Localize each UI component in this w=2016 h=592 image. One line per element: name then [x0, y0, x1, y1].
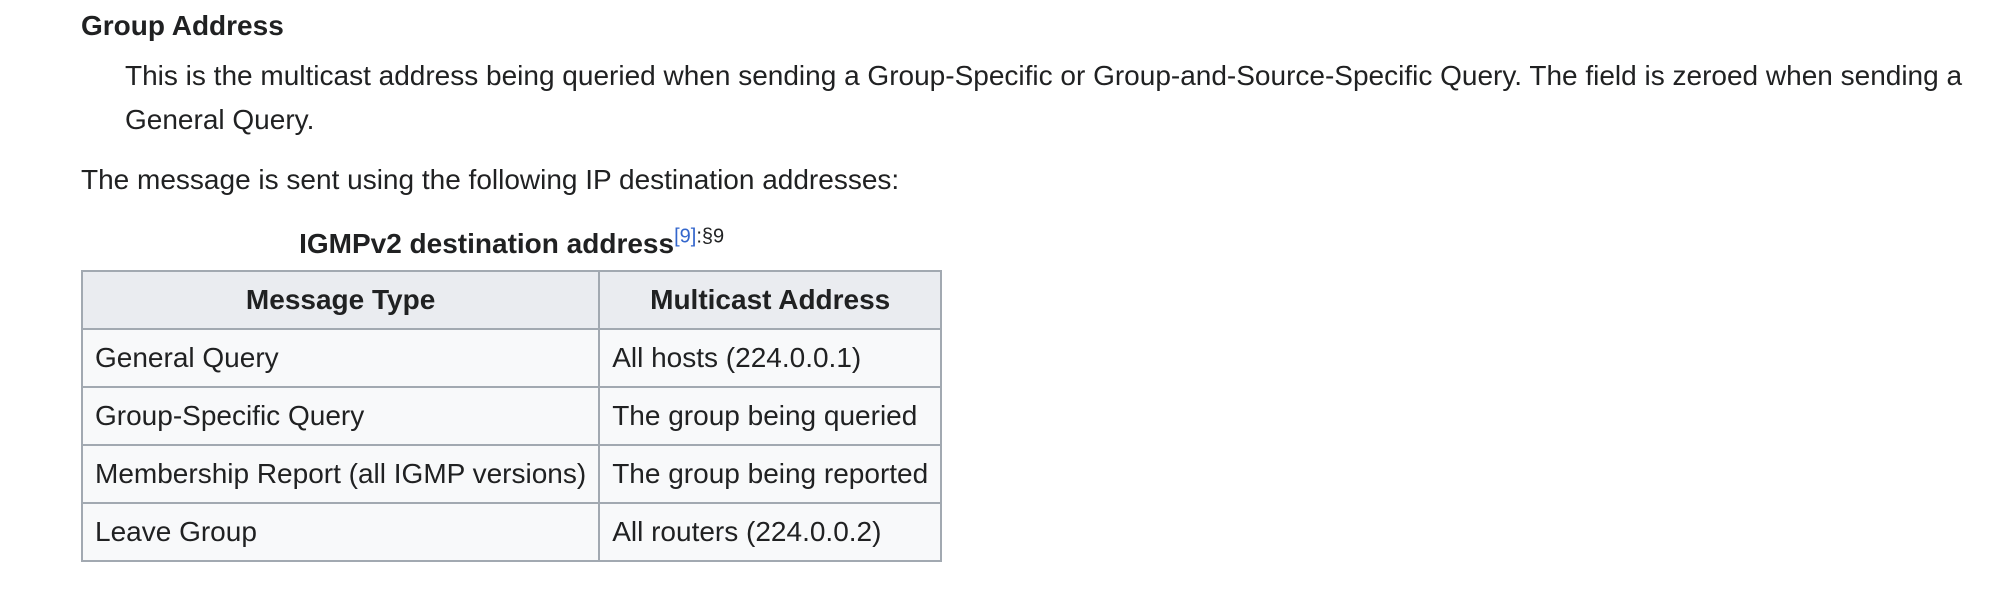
table-row: Leave Group All routers (224.0.0.2) [80, 502, 943, 562]
intro-paragraph: The message is sent using the following … [81, 164, 900, 195]
table-row: General Query All hosts (224.0.0.1) [80, 328, 943, 388]
definition-description: This is the multicast address being quer… [125, 60, 1963, 135]
table-caption: IGMPv2 destination address[9]:§9 [81, 224, 942, 270]
table-cell-multicast-address: The group being queried [598, 386, 943, 446]
table-cell-message-type: Group-Specific Query [80, 386, 601, 446]
header-message-type: Message Type [80, 270, 601, 330]
table-cell-message-type: Leave Group [80, 502, 601, 562]
destination-address-table-wrapper: IGMPv2 destination address[9]:§9 Message… [80, 224, 943, 562]
table-cell-multicast-address: All routers (224.0.0.2) [598, 502, 943, 562]
table-cell-message-type: General Query [80, 328, 601, 388]
citation-suffix: :§9 [696, 225, 725, 248]
destination-address-table: Message Type Multicast Address General Q… [80, 270, 943, 562]
citation-superscript: [9]:§9 [674, 226, 724, 248]
table-row: Membership Report (all IGMP versions) Th… [80, 444, 943, 504]
table-cell-message-type: Membership Report (all IGMP versions) [80, 444, 601, 504]
table-row: Group-Specific Query The group being que… [80, 386, 943, 446]
header-multicast-address: Multicast Address [598, 270, 943, 330]
table-cell-multicast-address: All hosts (224.0.0.1) [598, 328, 943, 388]
definition-term: Group Address [81, 10, 284, 41]
table-cell-multicast-address: The group being reported [598, 444, 943, 504]
table-caption-text: IGMPv2 destination address [299, 228, 675, 259]
article-content: Group Address This is the multicast addr… [80, 8, 2001, 562]
citation-link[interactable]: [9] [674, 226, 696, 248]
table-header-row: Message Type Multicast Address [80, 270, 943, 330]
